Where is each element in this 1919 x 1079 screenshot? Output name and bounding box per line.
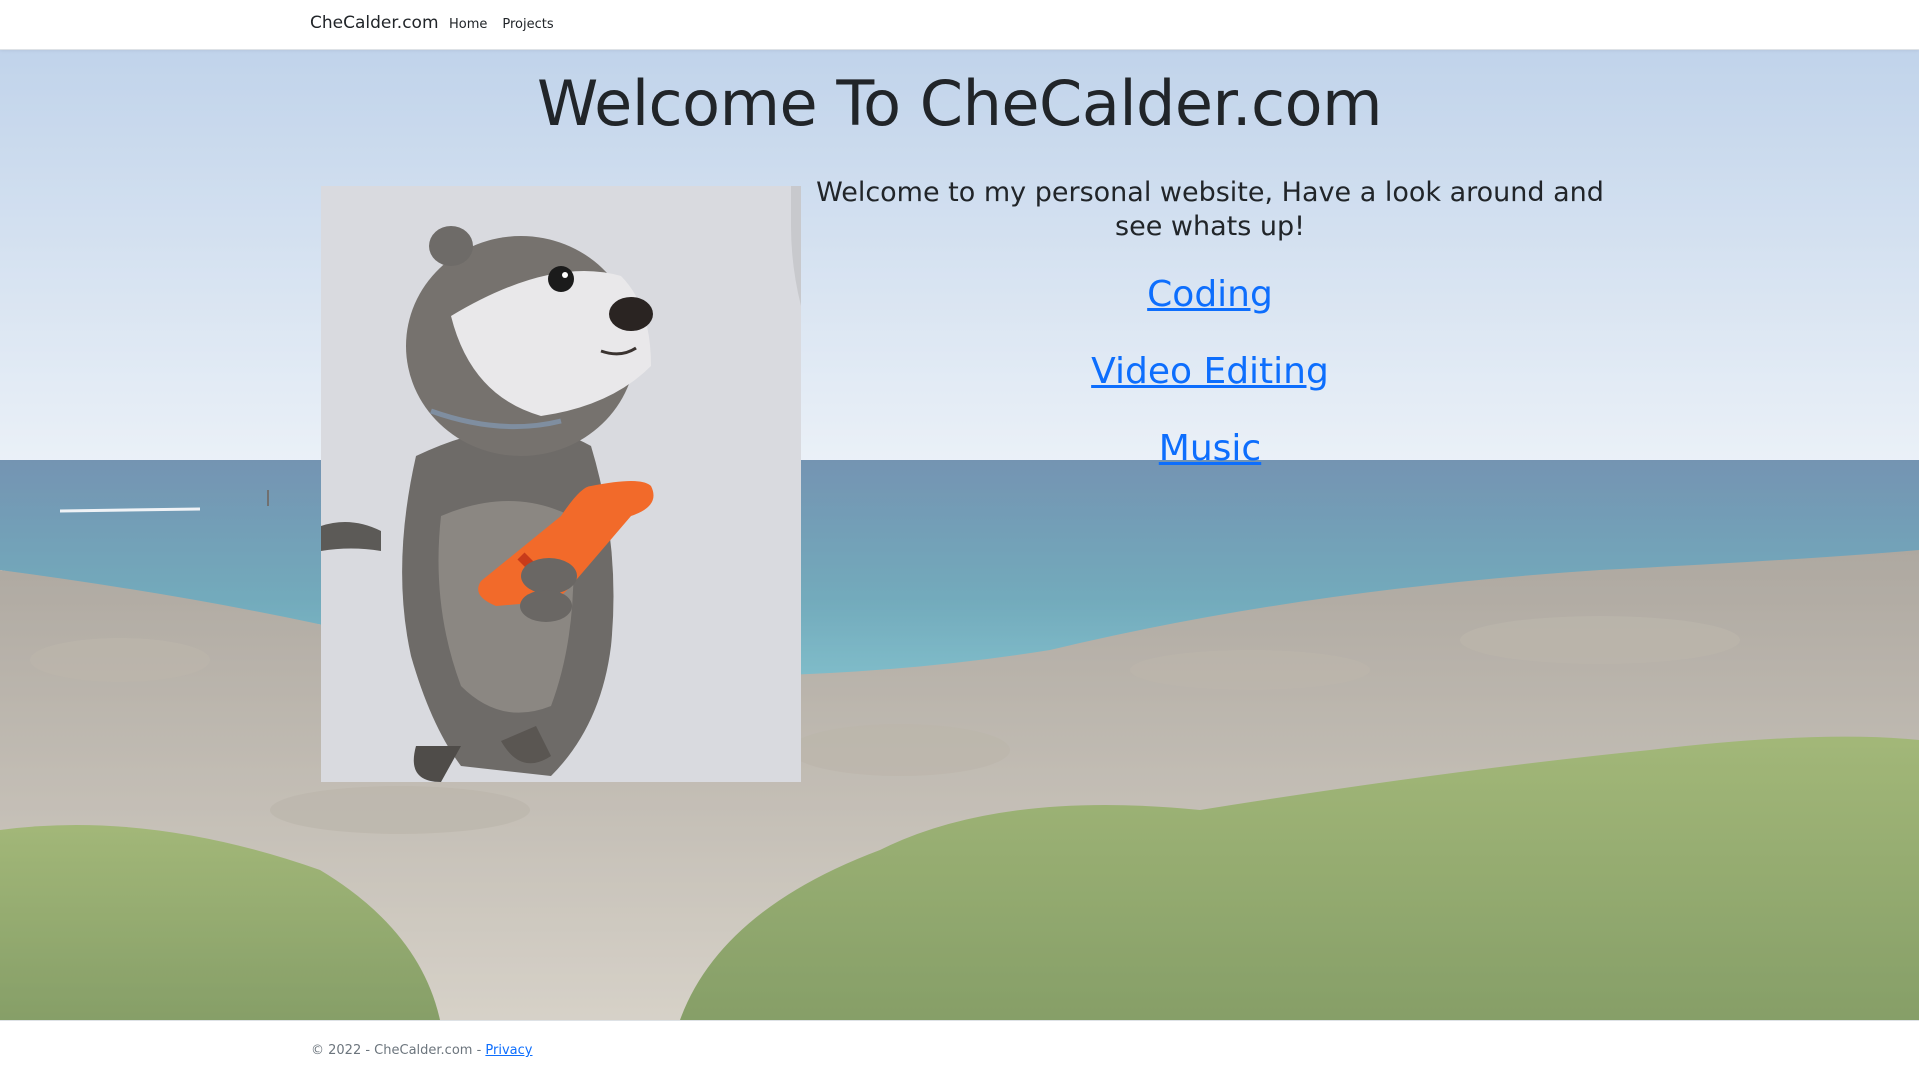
music-link[interactable]: Music (800, 427, 1620, 470)
video-editing-link[interactable]: Video Editing (800, 350, 1620, 393)
otter-photo (321, 186, 801, 782)
otter-illustration (321, 186, 801, 782)
nav-link-home[interactable]: Home (449, 17, 487, 32)
privacy-link[interactable]: Privacy (485, 1043, 532, 1058)
nav-links: Home Projects (449, 17, 554, 32)
hero-section: Welcome To CheCalder.com Welcome to my p… (0, 50, 1919, 1020)
section-links: Coding Video Editing Music (800, 273, 1620, 504)
coding-link[interactable]: Coding (800, 273, 1620, 316)
page-title: Welcome To CheCalder.com (537, 67, 1382, 140)
copyright-text: © 2022 - CheCalder.com - (311, 1043, 486, 1058)
brand-link[interactable]: CheCalder.com (310, 13, 439, 33)
nav-link-projects[interactable]: Projects (502, 17, 553, 32)
intro-text: Welcome to my personal website, Have a l… (816, 177, 1604, 242)
page-footer: © 2022 - CheCalder.com - Privacy (0, 1020, 1919, 1079)
top-navbar: CheCalder.com Home Projects (0, 0, 1919, 50)
footer-text: © 2022 - CheCalder.com - Privacy (311, 1043, 532, 1058)
